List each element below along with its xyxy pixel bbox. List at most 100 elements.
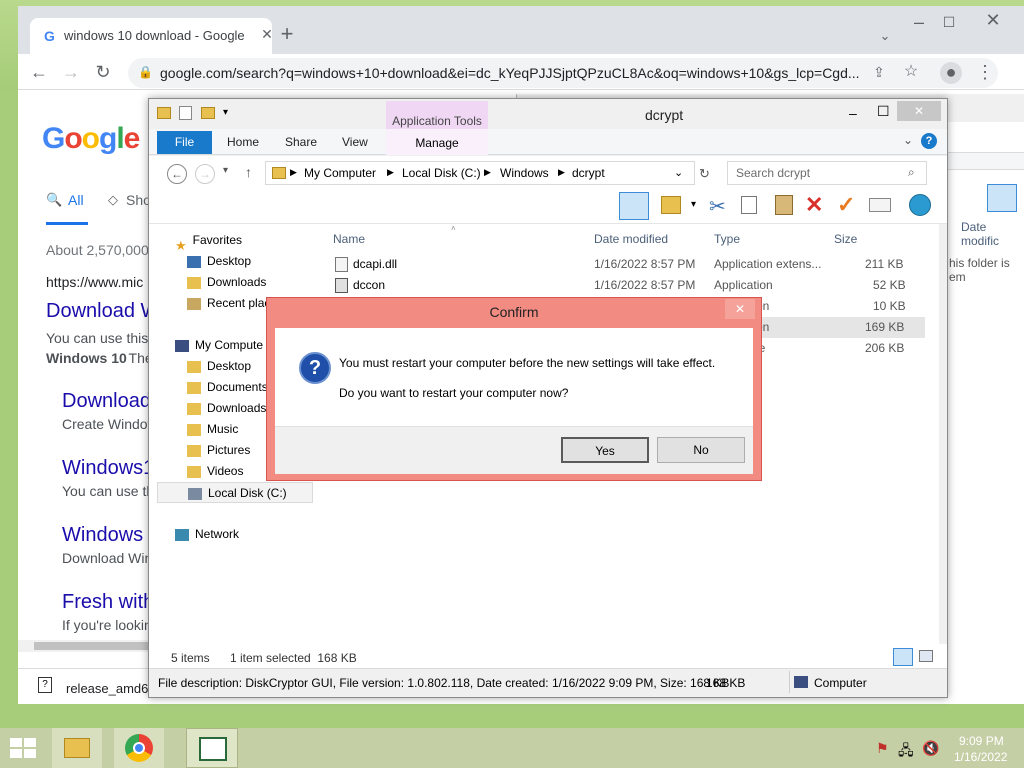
taskbar-file-explorer[interactable] — [52, 728, 102, 768]
column-header-date[interactable]: Date modified — [594, 228, 668, 250]
taskbar-chrome[interactable] — [114, 728, 164, 768]
download-filename[interactable]: release_amd64 — [66, 681, 156, 696]
breadcrumb-local-disk[interactable]: Local Disk (C:) — [402, 166, 481, 180]
search-icon[interactable]: ⌕ — [908, 165, 915, 180]
file-row[interactable]: dcapi.dll 1/16/2022 8:57 PM Application … — [325, 254, 925, 275]
sitelink-title[interactable]: Windows1 — [62, 457, 154, 480]
sitelink-title[interactable]: Download — [62, 390, 151, 413]
result-cite[interactable]: https://www.mic — [46, 274, 143, 290]
globe-icon[interactable] — [909, 194, 931, 216]
cut-icon[interactable]: ✂ — [709, 194, 726, 219]
tab-manage[interactable]: Manage — [386, 129, 488, 155]
tab-view[interactable]: View — [342, 131, 368, 154]
breadcrumb-separator-icon[interactable]: ▶ — [387, 167, 394, 178]
volume-muted-icon[interactable]: 🔇 — [922, 740, 939, 757]
tab-all[interactable]: All — [68, 192, 84, 208]
refresh-icon[interactable]: ↻ — [699, 166, 710, 182]
share-icon[interactable]: ⇪ — [868, 62, 890, 84]
maximize-icon[interactable]: ☐ — [938, 12, 960, 34]
column-header-name[interactable]: Name — [333, 228, 365, 250]
nav-favorites[interactable]: ★ Favorites — [175, 230, 242, 253]
breadcrumb-separator-icon[interactable]: ▶ — [290, 167, 297, 178]
preview-pane-icon[interactable] — [619, 192, 649, 220]
minimize-icon[interactable]: – — [908, 12, 930, 34]
reload-icon[interactable]: ↻ — [92, 62, 114, 84]
paste-icon[interactable] — [775, 195, 793, 215]
breadcrumb-separator-icon[interactable]: ▶ — [558, 167, 565, 178]
large-icons-view-icon[interactable] — [919, 650, 933, 662]
nav-comp-pictures[interactable]: Pictures — [187, 440, 250, 461]
forward-icon[interactable]: → — [60, 62, 82, 84]
address-bar[interactable]: 🔒 google.com/search?q=windows+10+downloa… — [128, 58, 998, 88]
no-button[interactable]: No — [657, 437, 745, 463]
tab-file[interactable]: File — [157, 131, 212, 154]
breadcrumb-my-computer[interactable]: My Computer — [304, 166, 376, 180]
bg-column-header[interactable]: Date modific — [961, 220, 1024, 248]
close-button[interactable]: ✕ — [897, 101, 941, 121]
nav-comp-videos[interactable]: Videos — [187, 461, 243, 482]
action-center-flag-icon[interactable]: ⚑ — [876, 740, 889, 757]
nav-fav-recent[interactable]: Recent plac — [187, 293, 270, 314]
new-tab-icon[interactable]: + — [276, 23, 298, 46]
close-icon[interactable]: ✕ — [978, 10, 1008, 32]
new-folder-icon[interactable] — [201, 107, 215, 119]
column-header-type[interactable]: Type — [714, 228, 740, 250]
nav-fav-desktop[interactable]: Desktop — [187, 251, 251, 272]
result-title[interactable]: Download W — [46, 300, 159, 323]
browser-tab[interactable]: G windows 10 download - Google ✕ — [30, 18, 273, 54]
back-icon[interactable]: ← — [28, 62, 50, 84]
menu-kebab-icon[interactable]: ⋮ — [974, 62, 996, 84]
tab-home[interactable]: Home — [227, 131, 259, 154]
details-view-icon[interactable] — [893, 648, 913, 666]
back-icon[interactable]: ← — [167, 164, 187, 184]
dialog-close-button[interactable]: ✕ — [725, 299, 755, 319]
network-tray-icon[interactable]: 🖧 — [898, 740, 914, 764]
explorer-titlebar[interactable]: ▾ dcrypt – ☐ ✕ — [149, 99, 947, 129]
start-button[interactable] — [0, 728, 48, 768]
breadcrumb-windows[interactable]: Windows — [500, 166, 549, 180]
sitelink-title[interactable]: Windows — [62, 524, 143, 547]
nav-network[interactable]: Network — [175, 524, 239, 545]
maximize-icon[interactable]: ☐ — [877, 103, 890, 120]
profile-icon[interactable]: ● — [940, 62, 962, 84]
tab-close-icon[interactable]: ✕ — [256, 24, 278, 46]
file-row[interactable]: dccon 1/16/2022 8:57 PM Application 52 K… — [325, 275, 925, 296]
delete-icon[interactable]: ✕ — [805, 192, 823, 218]
nav-comp-downloads[interactable]: Downloads — [187, 398, 266, 419]
yes-button[interactable]: Yes — [561, 437, 649, 463]
copy-icon[interactable] — [741, 196, 757, 214]
column-header-size[interactable]: Size — [834, 228, 857, 250]
clock-date[interactable]: 1/16/2022 — [954, 750, 1007, 764]
nav-fav-downloads[interactable]: Downloads — [187, 272, 266, 293]
rename-check-icon[interactable]: ✓ — [837, 192, 855, 218]
nav-my-computer[interactable]: My Compute — [175, 335, 263, 356]
bookmark-star-icon[interactable]: ☆ — [900, 62, 922, 84]
scrollbar-thumb[interactable] — [34, 642, 152, 650]
nav-local-disk[interactable]: Local Disk (C:) — [157, 482, 313, 503]
properties-icon[interactable] — [869, 198, 891, 212]
tab-search-icon[interactable]: ⌄ — [874, 26, 896, 48]
move-to-icon[interactable] — [661, 196, 681, 214]
sitelink-title[interactable]: Fresh with — [62, 591, 154, 614]
properties-icon[interactable] — [179, 106, 192, 120]
nav-comp-music[interactable]: Music — [187, 419, 238, 440]
bg-view-icon[interactable] — [987, 184, 1017, 212]
up-icon[interactable]: ↑ — [245, 164, 252, 180]
google-logo[interactable]: Google — [42, 122, 140, 156]
breadcrumb-dcrypt[interactable]: dcrypt — [572, 166, 605, 180]
minimize-icon[interactable]: – — [849, 105, 857, 121]
horizontal-scrollbar[interactable] — [18, 640, 158, 652]
recent-locations-icon[interactable]: ▾ — [223, 165, 228, 176]
address-breadcrumb[interactable]: ▶ My Computer ▶ Local Disk (C:) ▶ Window… — [265, 161, 695, 185]
forward-icon[interactable]: → — [195, 164, 215, 184]
address-dropdown-icon[interactable]: ⌄ — [674, 166, 683, 179]
ribbon-expand-icon[interactable]: ⌄ — [903, 133, 913, 147]
help-icon[interactable]: ? — [921, 133, 937, 149]
breadcrumb-separator-icon[interactable]: ▶ — [484, 167, 491, 178]
move-dropdown-icon[interactable]: ▾ — [691, 199, 696, 210]
taskbar-diskcryptor[interactable] — [186, 728, 238, 768]
nav-comp-desktop[interactable]: Desktop — [187, 356, 251, 377]
quick-access-dropdown-icon[interactable]: ▾ — [223, 107, 228, 118]
nav-comp-documents[interactable]: Documents — [187, 377, 268, 398]
search-box[interactable]: Search dcrypt ⌕ — [727, 161, 927, 185]
